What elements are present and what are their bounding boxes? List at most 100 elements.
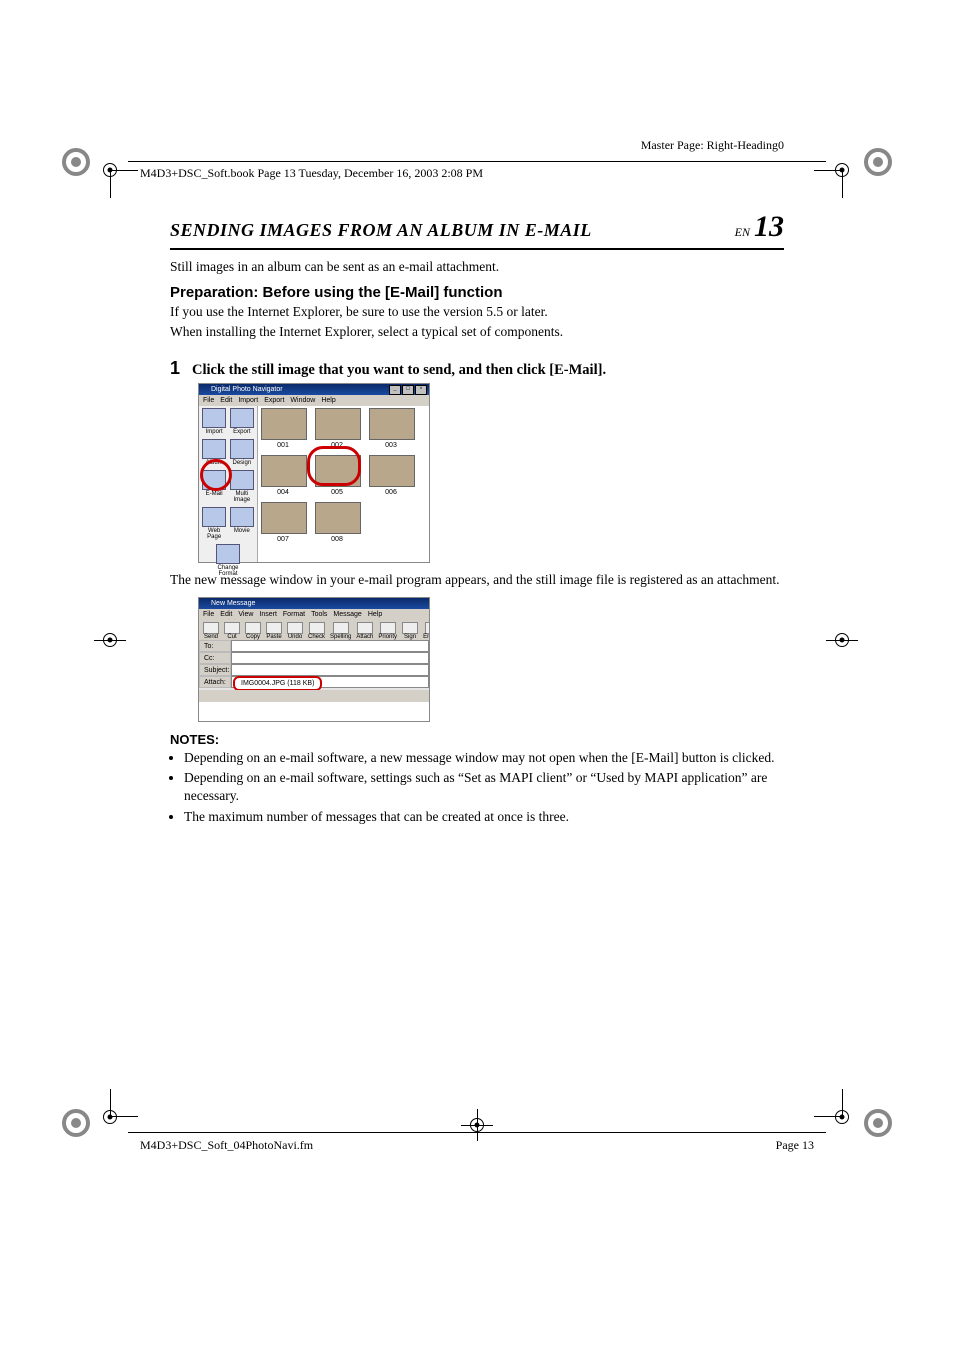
sidebar-item-label: E-Mail <box>206 491 223 497</box>
check-icon <box>309 622 325 634</box>
after-step1-text: The new message window in your e-mail pr… <box>170 571 784 589</box>
sidebar-item-label: Multi Image <box>233 491 250 503</box>
menu-item: Help <box>321 397 335 404</box>
footer-page: Page 13 <box>776 1138 814 1153</box>
copy-icon <box>245 622 261 634</box>
sidebar-item-label: Album <box>206 460 223 466</box>
toolbar-check: Check <box>308 622 325 642</box>
minimize-icon: _ <box>389 385 401 395</box>
toolbar-paste: Paste <box>266 622 282 642</box>
toolbar-undo: Undo <box>287 622 303 642</box>
sidebar-item-changeformat: Change Format <box>215 544 241 577</box>
toolbar-spelling: Spelling <box>330 622 351 642</box>
menu-bar: File Edit View Insert Format Tools Messa… <box>199 609 429 620</box>
crop-mark-icon <box>830 1105 854 1129</box>
toolbar-copy: Copy <box>245 622 261 642</box>
menu-item: Import <box>238 397 258 404</box>
thumbnail-label: 003 <box>369 442 413 449</box>
sign-icon <box>402 622 418 634</box>
sidebar: Import Export Album Design E-Mail Multi … <box>199 406 258 562</box>
send-icon <box>203 622 219 634</box>
design-icon <box>230 439 254 459</box>
crop-mark-icon <box>98 628 122 652</box>
menu-item: Window <box>290 397 315 404</box>
close-icon: × <box>415 385 427 395</box>
export-icon <box>230 408 254 428</box>
preparation-heading: Preparation: Before using the [E-Mail] f… <box>170 284 784 301</box>
thumbnail-image <box>315 455 361 487</box>
top-rule <box>128 161 826 162</box>
thumbnail-item: 008 <box>315 502 359 543</box>
movie-icon <box>230 507 254 527</box>
screenshot-photo-navigator: Digital Photo Navigator _ □ × File Edit … <box>198 383 430 563</box>
change-format-icon <box>216 544 240 564</box>
screenshot-new-message: New Message File Edit View Insert Format… <box>198 597 430 722</box>
menu-item: File <box>203 611 214 618</box>
step-text: Click the still image that you want to s… <box>192 362 606 379</box>
encrypt-icon <box>425 622 429 634</box>
crop-mark-icon <box>98 1105 122 1129</box>
thumbnail-image <box>369 455 415 487</box>
sidebar-item-export: Export <box>229 408 255 435</box>
menu-item: Help <box>368 611 382 618</box>
toolbar-attach: Attach <box>356 622 373 642</box>
notes-heading: NOTES: <box>170 732 784 747</box>
sidebar-item-label: Export <box>233 429 250 435</box>
formatting-toolbar <box>199 690 429 702</box>
reg-mark-icon <box>864 148 892 176</box>
notes-list: Depending on an e-mail software, a new m… <box>170 749 784 826</box>
thumbnail-label: 004 <box>261 489 305 496</box>
thumbnail-label: 006 <box>369 489 413 496</box>
reg-mark-icon <box>62 1109 90 1137</box>
menu-item: Tools <box>311 611 327 618</box>
field-to-label: To: <box>199 640 231 652</box>
thumbnail-image <box>315 408 361 440</box>
master-page-label: Master Page: Right-Heading0 <box>641 138 784 153</box>
crop-mark-icon <box>98 158 122 182</box>
thumbnail-item: 001 <box>261 408 305 449</box>
paste-icon <box>266 622 282 634</box>
thumbnail-label: 008 <box>315 536 359 543</box>
message-body-area <box>199 702 429 721</box>
toolbar-priority: Priority <box>378 622 397 642</box>
priority-icon <box>380 622 396 634</box>
attach-icon <box>357 622 373 634</box>
spelling-icon <box>333 622 349 634</box>
crop-mark-icon <box>830 158 854 182</box>
sidebar-item-label: Change Format <box>217 565 238 577</box>
page-number-value: 13 <box>754 210 784 244</box>
reg-mark-icon <box>62 148 90 176</box>
menu-item: View <box>238 611 253 618</box>
sidebar-item-label: Movie <box>234 528 250 534</box>
window-title: New Message <box>199 598 429 609</box>
field-subject-input <box>231 664 429 676</box>
sidebar-item-label: Design <box>232 460 251 466</box>
menu-item: Format <box>283 611 305 618</box>
thumbnail-label: 002 <box>315 442 359 449</box>
cut-icon <box>224 622 240 634</box>
menu-item: Message <box>333 611 361 618</box>
thumbnail-image <box>261 455 307 487</box>
highlight-attachment: IMG0004.JPG (118 KB) <box>233 676 322 691</box>
email-icon <box>202 470 226 490</box>
sidebar-item-label: Web Page <box>207 528 221 540</box>
title-row: SENDING IMAGES FROM AN ALBUM IN E-MAIL E… <box>170 210 784 250</box>
thumbnail-image <box>261 502 307 534</box>
maximize-icon: □ <box>402 385 414 395</box>
toolbar-sign: Sign <box>402 622 418 642</box>
thumbnail-label: 005 <box>315 489 359 496</box>
sidebar-item-import: Import <box>201 408 227 435</box>
sidebar-item-multiimage: Multi Image <box>229 470 255 503</box>
thumbnail-item: 006 <box>369 455 413 496</box>
menu-item: Edit <box>220 611 232 618</box>
preparation-line1: If you use the Internet Explorer, be sur… <box>170 303 784 321</box>
import-icon <box>202 408 226 428</box>
section-title: SENDING IMAGES FROM AN ALBUM IN E-MAIL <box>170 220 592 241</box>
page-root: Master Page: Right-Heading0 M4D3+DSC_Sof… <box>0 0 954 1351</box>
undo-icon <box>287 622 303 634</box>
field-attach-label: Attach: <box>199 676 231 688</box>
note-item: Depending on an e-mail software, setting… <box>184 769 784 805</box>
toolbar-send: Send <box>203 622 219 642</box>
sidebar-item-label: Import <box>206 429 223 435</box>
sidebar-item-movie: Movie <box>229 507 255 534</box>
